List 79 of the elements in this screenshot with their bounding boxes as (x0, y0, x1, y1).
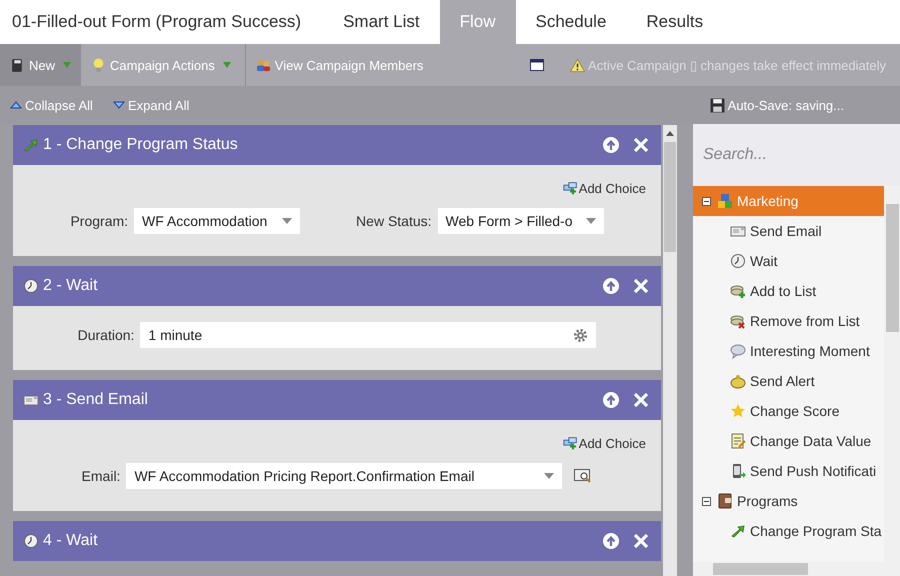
list-remove-icon (730, 313, 746, 329)
cubes-icon (717, 193, 733, 209)
step-header[interactable]: 2 - Wait (13, 266, 661, 306)
lightbulb-icon (91, 58, 106, 72)
document-icon (10, 58, 25, 72)
notepad-icon (730, 433, 746, 449)
add-choice-icon (562, 436, 578, 451)
phone-icon (730, 463, 746, 479)
tree-item[interactable]: Change Program Sta (693, 516, 884, 546)
program-title: 01-Filled-out Form (Program Success) (11, 11, 302, 33)
field-label: Email: (82, 468, 120, 484)
tree-item[interactable]: Send Email (693, 216, 884, 246)
tree-item[interactable]: Wait (693, 246, 884, 276)
scroll-thumb[interactable] (664, 142, 676, 252)
close-icon[interactable] (633, 137, 649, 153)
dropdown[interactable]: WF Accommodation (134, 208, 300, 234)
scroll-thumb[interactable] (713, 563, 808, 575)
dropdown[interactable]: WF Accommodation Pricing Report.Confirmation Email (126, 463, 562, 489)
collapse-icon[interactable] (702, 496, 711, 506)
people-icon (256, 58, 271, 72)
close-icon[interactable] (633, 392, 649, 408)
caret-icon (63, 62, 72, 68)
close-icon[interactable] (633, 278, 649, 294)
scroll-thumb[interactable] (886, 204, 898, 332)
window-icon[interactable] (530, 59, 544, 71)
preview-icon[interactable] (574, 469, 592, 483)
close-icon[interactable] (633, 533, 649, 549)
step-title: 1 - Change Program Status (43, 136, 238, 154)
speech-bubble-icon (730, 343, 746, 359)
tree-group[interactable]: Programs (693, 486, 884, 516)
clock-icon (23, 533, 39, 549)
star-icon (730, 403, 746, 419)
caret-icon (282, 218, 292, 224)
caret-icon (544, 473, 554, 479)
tree-item[interactable]: Interesting Moment (693, 336, 884, 366)
move-up-icon[interactable] (603, 137, 619, 153)
scrollbar[interactable] (884, 186, 900, 562)
arrow-icon (23, 137, 39, 153)
collapse-icon[interactable] (702, 196, 711, 206)
caret-icon (586, 218, 596, 224)
step-header[interactable]: 3 - Send Email (13, 380, 661, 420)
clock-icon (730, 253, 746, 269)
add-choice-link[interactable]: Add Choice (562, 436, 646, 451)
triangle-up-icon (10, 101, 22, 109)
field-label: Program: (70, 213, 128, 229)
move-up-icon[interactable] (603, 278, 619, 294)
field-label: New Status: (356, 213, 432, 229)
step-title: 4 - Wait (43, 532, 98, 550)
bell-icon (730, 373, 746, 389)
tree-item[interactable]: Change Data Value (693, 426, 884, 456)
clock-icon (23, 278, 39, 294)
list-add-icon (730, 283, 746, 299)
step-header[interactable]: 4 - Wait (13, 521, 661, 561)
field-label: Duration: (78, 327, 134, 343)
settings-icon[interactable] (573, 328, 588, 342)
move-up-icon[interactable] (603, 533, 619, 549)
move-up-icon[interactable] (603, 392, 619, 408)
step-title: 2 - Wait (43, 277, 98, 295)
scrollbar[interactable] (663, 125, 677, 576)
scrollbar[interactable] (693, 562, 900, 576)
add-choice-link[interactable]: Add Choice (562, 181, 646, 196)
dropdown[interactable]: Web Form > Filled-o (438, 208, 604, 234)
duration-field[interactable]: 1 minute (140, 322, 596, 348)
step-header[interactable]: 1 - Change Program Status (13, 125, 661, 165)
autosave-status: Auto-Save: saving... (728, 98, 844, 112)
triangle-down-icon (112, 101, 125, 109)
caret-icon (222, 62, 231, 68)
tree-item[interactable]: Remove from List (693, 306, 884, 336)
tree-item[interactable]: Add to List (693, 276, 884, 306)
tree-item[interactable]: Change Score (693, 396, 884, 426)
add-choice-icon (562, 181, 578, 196)
tree-item[interactable]: Send Push Notificati (693, 456, 884, 486)
step-title: 3 - Send Email (43, 391, 148, 409)
tree-item[interactable]: Send Alert (693, 366, 884, 396)
book-icon (717, 493, 733, 509)
search-field[interactable]: Search... (693, 124, 900, 186)
warning-icon (570, 58, 586, 72)
scroll-up-icon[interactable] (666, 131, 674, 136)
arrow-icon (730, 523, 746, 539)
